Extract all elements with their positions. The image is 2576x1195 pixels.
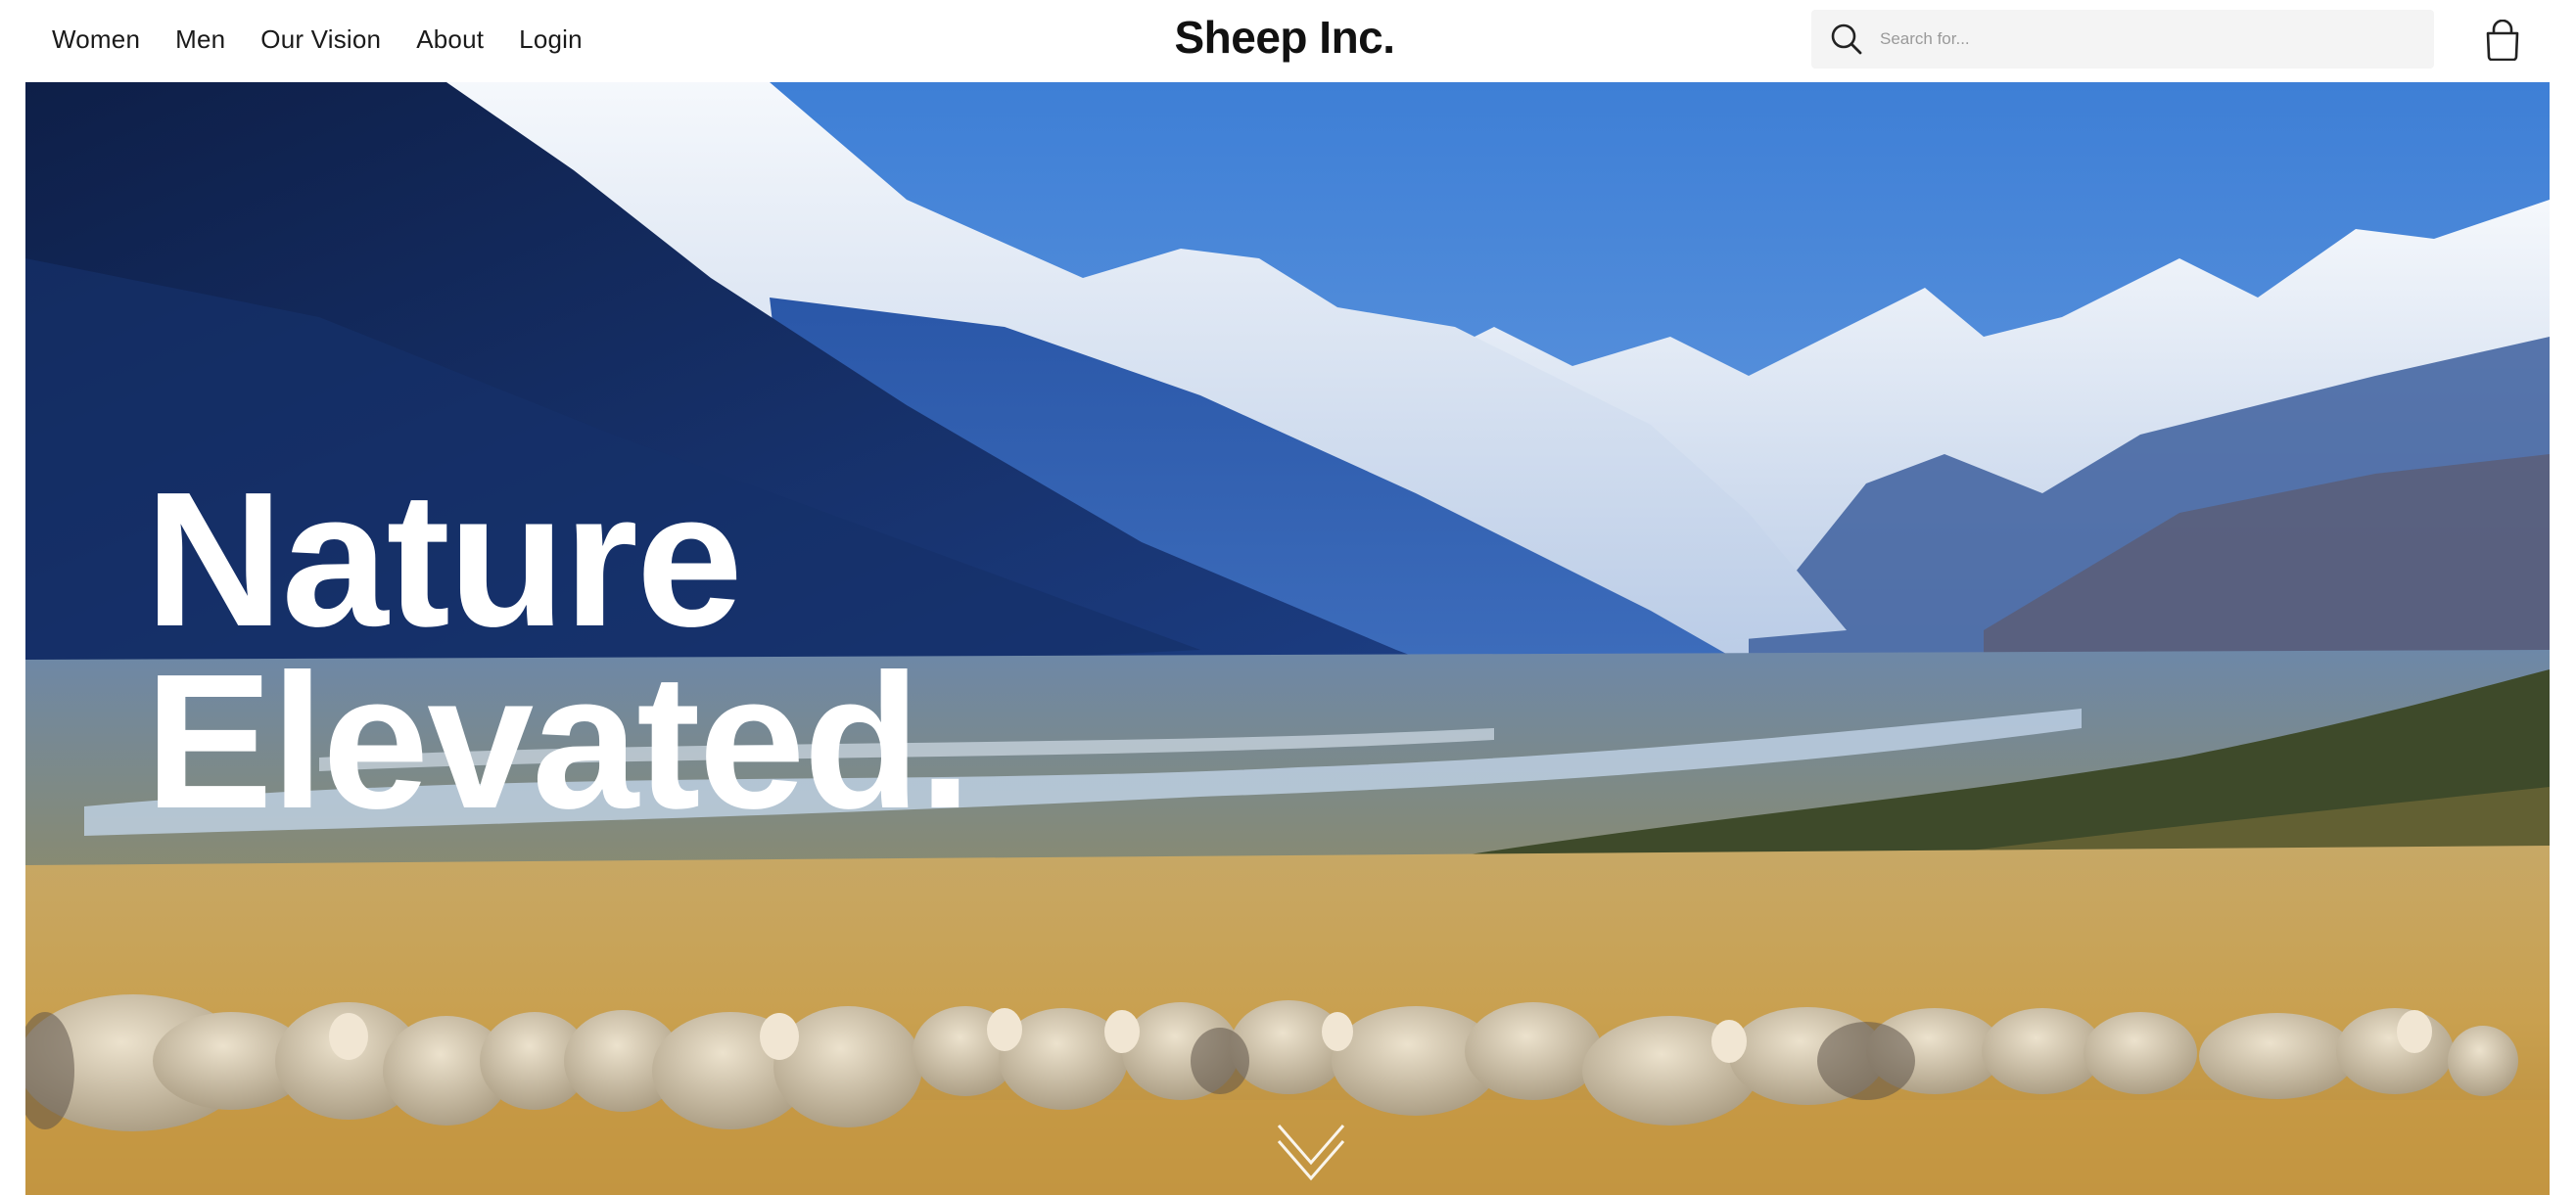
hero-headline: Nature Elevated.	[145, 452, 972, 849]
main-nav: Women Men Our Vision About Login	[52, 0, 583, 78]
search-icon[interactable]	[1829, 22, 1864, 57]
hero-banner: Nature Elevated.	[25, 82, 2550, 1195]
headline-line-1: Nature	[145, 452, 743, 666]
headline-line-2: Elevated.	[145, 634, 972, 849]
nav-login[interactable]: Login	[519, 24, 583, 55]
nav-our-vision[interactable]: Our Vision	[260, 24, 381, 55]
brand-logo[interactable]: Sheep Inc.	[1174, 8, 1395, 67]
nav-men[interactable]: Men	[175, 24, 225, 55]
nav-women[interactable]: Women	[52, 24, 140, 55]
search-input[interactable]	[1880, 29, 2389, 49]
top-navigation-bar: Women Men Our Vision About Login Sheep I…	[0, 0, 2576, 82]
nav-about[interactable]: About	[416, 24, 484, 55]
search-bar[interactable]	[1811, 10, 2434, 69]
shopping-bag-icon[interactable]	[2483, 20, 2522, 61]
chevron-down-icon[interactable]	[1275, 1120, 1347, 1184]
